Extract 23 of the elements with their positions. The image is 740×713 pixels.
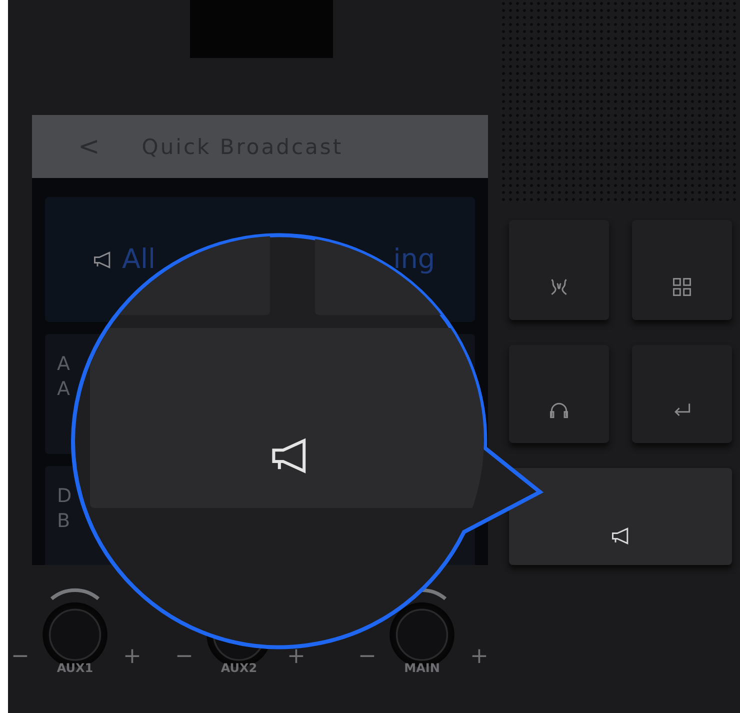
plus-sign: + <box>287 644 303 669</box>
card-label: A <box>57 352 70 377</box>
card-label: ing <box>393 244 435 275</box>
minus-sign: − <box>175 644 191 669</box>
plus-sign: + <box>123 644 139 669</box>
knob-label: MAIN <box>404 661 440 675</box>
knob-label: AUX2 <box>220 661 258 675</box>
back-button[interactable]: < <box>74 132 104 162</box>
megaphone-icon <box>272 438 306 474</box>
knob-label: AUX1 <box>56 661 94 675</box>
keypad-key[interactable] <box>632 220 732 320</box>
keypad-key[interactable] <box>509 220 609 320</box>
plus-sign: + <box>470 644 486 669</box>
grid-icon <box>671 276 693 298</box>
card-label: A <box>57 377 70 402</box>
keypad-key[interactable] <box>632 345 732 443</box>
keypad-key[interactable] <box>509 345 609 443</box>
minus-sign: − <box>11 644 27 669</box>
card-label: All <box>122 244 156 275</box>
card-label: D <box>57 484 72 509</box>
minus-sign: − <box>358 644 374 669</box>
broadcast-key[interactable] <box>509 468 732 565</box>
card-label: B <box>57 509 70 534</box>
